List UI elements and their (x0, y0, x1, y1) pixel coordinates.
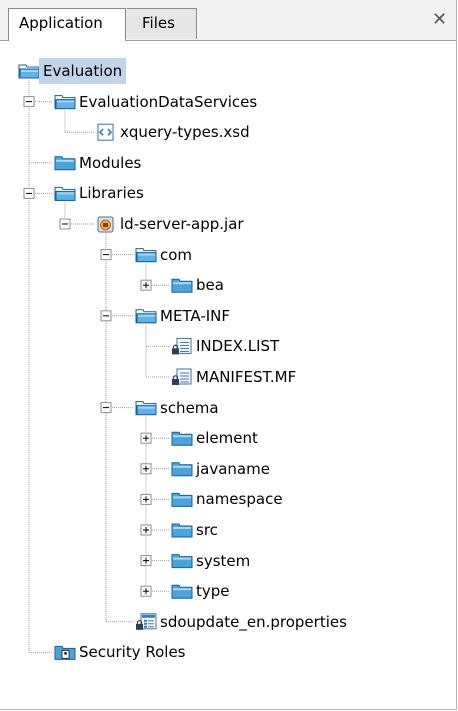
folder-closed-icon (171, 278, 193, 293)
tree-item-sdoupdate-en-properties[interactable]: sdoupdate_en.properties (160, 609, 347, 635)
tree-item-index-list[interactable]: INDEX.LIST (196, 333, 279, 359)
tree-item-namespace[interactable]: namespace (196, 486, 283, 512)
tree-item-meta-inf[interactable]: META-INF (160, 303, 230, 329)
folder-closed-icon (171, 523, 193, 538)
expand-icon[interactable] (140, 585, 152, 597)
expand-icon[interactable] (140, 493, 152, 505)
tree-item-evaluation[interactable]: Evaluation (39, 58, 127, 84)
expand-icon[interactable] (140, 432, 152, 444)
collapse-icon[interactable] (23, 187, 35, 199)
expand-icon[interactable] (140, 555, 152, 567)
folder-open-icon (135, 248, 157, 263)
folder-open-icon (18, 64, 40, 79)
collapse-icon[interactable] (100, 249, 112, 261)
folder-open-icon (54, 95, 76, 110)
tree-item-bea[interactable]: bea (196, 272, 224, 298)
collapse-icon[interactable] (59, 218, 71, 230)
security-roles-folder-icon (54, 645, 76, 660)
tree-item-element[interactable]: element (196, 425, 258, 451)
tree-item-system[interactable]: system (196, 548, 250, 574)
tree-item-schema[interactable]: schema (160, 395, 219, 421)
tab-application[interactable]: Application (8, 8, 126, 41)
folder-closed-icon (171, 554, 193, 569)
collapse-icon[interactable] (100, 310, 112, 322)
tree-item-security-roles[interactable]: Security Roles (79, 639, 186, 665)
expand-icon[interactable] (140, 463, 152, 475)
tree-item-com[interactable]: com (160, 242, 192, 268)
properties-file-icon (136, 613, 157, 630)
folder-open-icon (135, 401, 157, 416)
tree-item-xquery-types-xsd[interactable]: xquery-types.xsd (120, 119, 250, 145)
tree-item-type[interactable]: type (196, 578, 230, 604)
tree-item-libraries[interactable]: Libraries (79, 180, 144, 206)
folder-closed-icon (171, 584, 193, 599)
expand-icon[interactable] (140, 524, 152, 536)
folder-open-icon (54, 186, 76, 201)
tree-item-modules[interactable]: Modules (79, 150, 141, 176)
application-navigator-panel: Files Application ✕ Evaluation Evaluation… (0, 0, 457, 710)
tree-item-manifest-mf[interactable]: MANIFEST.MF (196, 364, 296, 390)
folder-open-icon (135, 309, 157, 324)
xsd-file-icon (97, 123, 114, 141)
expand-icon[interactable] (140, 279, 152, 291)
folder-closed-icon (171, 462, 193, 477)
tree-item-src[interactable]: src (196, 517, 218, 543)
locked-text-file-icon (172, 337, 192, 355)
tree-item-ld-server-app-jar[interactable]: ld-server-app.jar (120, 211, 244, 237)
folder-closed-icon (171, 431, 193, 446)
locked-text-file-icon (172, 368, 192, 385)
folder-closed-icon (171, 492, 193, 507)
jar-icon (97, 216, 114, 233)
collapse-icon[interactable] (100, 402, 112, 414)
folder-closed-icon (54, 156, 76, 171)
tree-item-evaluationdataservices[interactable]: EvaluationDataServices (79, 89, 257, 115)
tab-files[interactable]: Files (117, 8, 197, 39)
tree-item-javaname[interactable]: javaname (196, 456, 270, 482)
collapse-icon[interactable] (23, 96, 35, 108)
